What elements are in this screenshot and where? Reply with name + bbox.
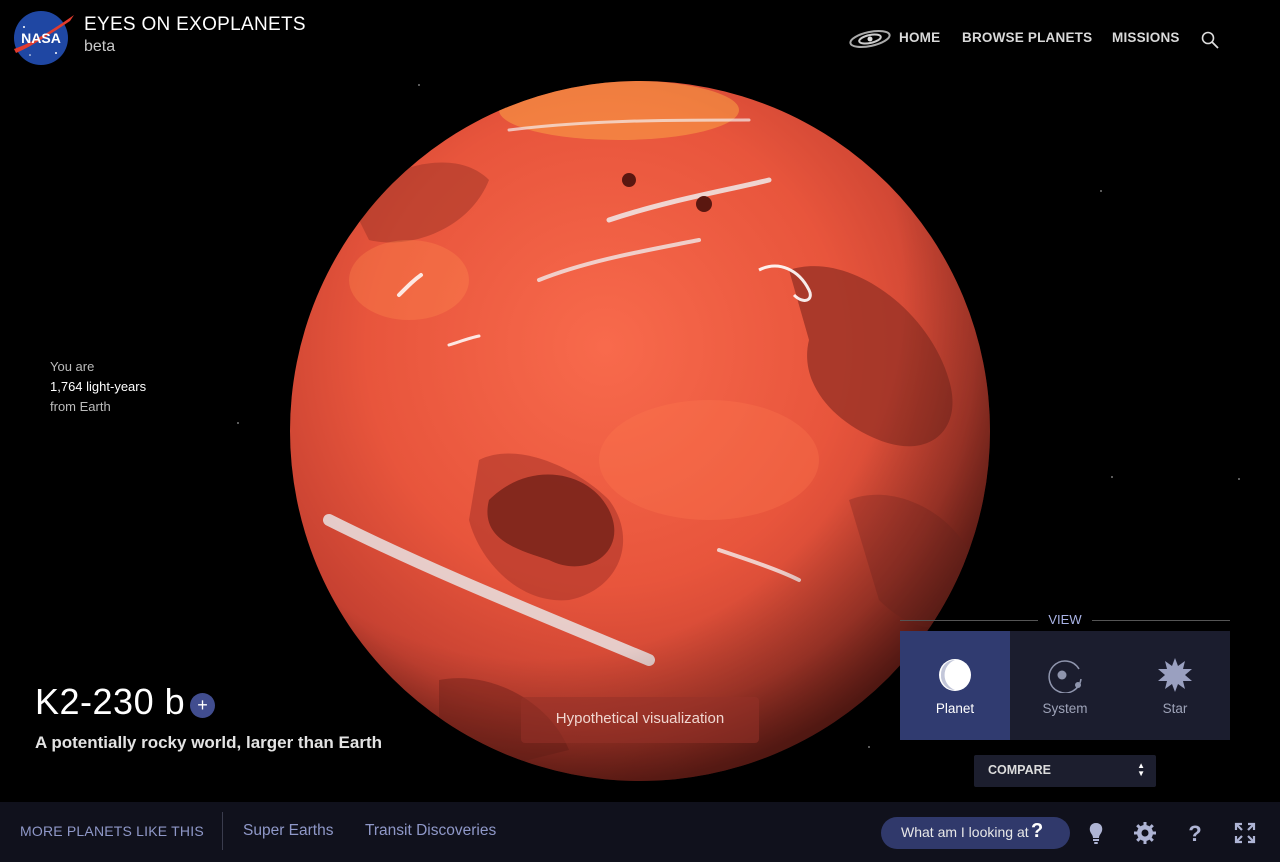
planet-icon — [939, 659, 971, 691]
lightbulb-icon[interactable] — [1084, 821, 1108, 845]
settings-gear-icon[interactable] — [1133, 821, 1157, 845]
distance-suffix: from Earth — [50, 399, 111, 414]
galaxy-icon[interactable] — [848, 27, 892, 51]
app-title: EYES ON EXOPLANETS — [84, 14, 306, 35]
nasa-logo[interactable]: NASA — [10, 9, 76, 67]
nav-browse-planets[interactable]: BROWSE PLANETS — [962, 30, 1092, 45]
view-planet-button[interactable]: Planet — [900, 631, 1010, 740]
view-system-button[interactable]: System — [1010, 631, 1120, 740]
fullscreen-icon[interactable] — [1233, 821, 1257, 845]
distance-value: 1,764 light-years — [50, 379, 147, 394]
app-subtitle: beta — [84, 38, 116, 55]
distance-label: You are — [50, 359, 95, 374]
question-icon: ? — [1031, 820, 1044, 842]
system-icon — [1048, 660, 1082, 693]
background-star — [237, 422, 239, 424]
what-am-i-looking-at-button[interactable]: What am I looking at ? — [881, 817, 1070, 849]
planet-visualization[interactable] — [289, 80, 991, 782]
planet-name: K2-230 b — [35, 681, 186, 722]
link-transit-discoveries[interactable]: Transit Discoveries — [365, 822, 496, 840]
logo-text: NASA — [21, 30, 61, 46]
bottom-divider — [222, 812, 223, 850]
what-am-i-looking-at-label: What am I looking at — [901, 824, 1029, 840]
link-super-earths[interactable]: Super Earths — [243, 822, 333, 840]
view-star-label: Star — [1162, 701, 1188, 716]
view-heading: VIEW — [1048, 612, 1082, 627]
nav-missions[interactable]: MISSIONS — [1112, 30, 1180, 45]
background-star — [1111, 476, 1113, 478]
bottom-bar: MORE PLANETS LIKE THIS Super Earths Tran… — [0, 802, 1280, 862]
add-planet-button[interactable]: + — [190, 693, 215, 718]
view-panel: Planet System Star — [900, 631, 1230, 740]
help-icon[interactable]: ? — [1183, 821, 1207, 845]
background-star — [1238, 478, 1240, 480]
compare-label: COMPARE — [988, 763, 1051, 777]
view-star-button[interactable]: Star — [1120, 631, 1230, 740]
planet-tagline: A potentially rocky world, larger than E… — [35, 733, 382, 752]
svg-text:?: ? — [1188, 821, 1201, 845]
select-arrows-icon: ▲ ▼ — [1137, 761, 1145, 778]
nav-home[interactable]: HOME — [899, 30, 940, 45]
hypothetical-visualization-label: Hypothetical visualization — [521, 697, 759, 743]
compare-select[interactable]: COMPARE ▲ ▼ — [974, 755, 1156, 787]
view-system-label: System — [1042, 701, 1088, 716]
star-icon — [1158, 658, 1192, 692]
background-star — [1100, 190, 1102, 192]
view-planet-label: Planet — [935, 701, 975, 716]
more-planets-label: MORE PLANETS LIKE THIS — [20, 823, 204, 839]
search-icon[interactable] — [1200, 30, 1220, 50]
